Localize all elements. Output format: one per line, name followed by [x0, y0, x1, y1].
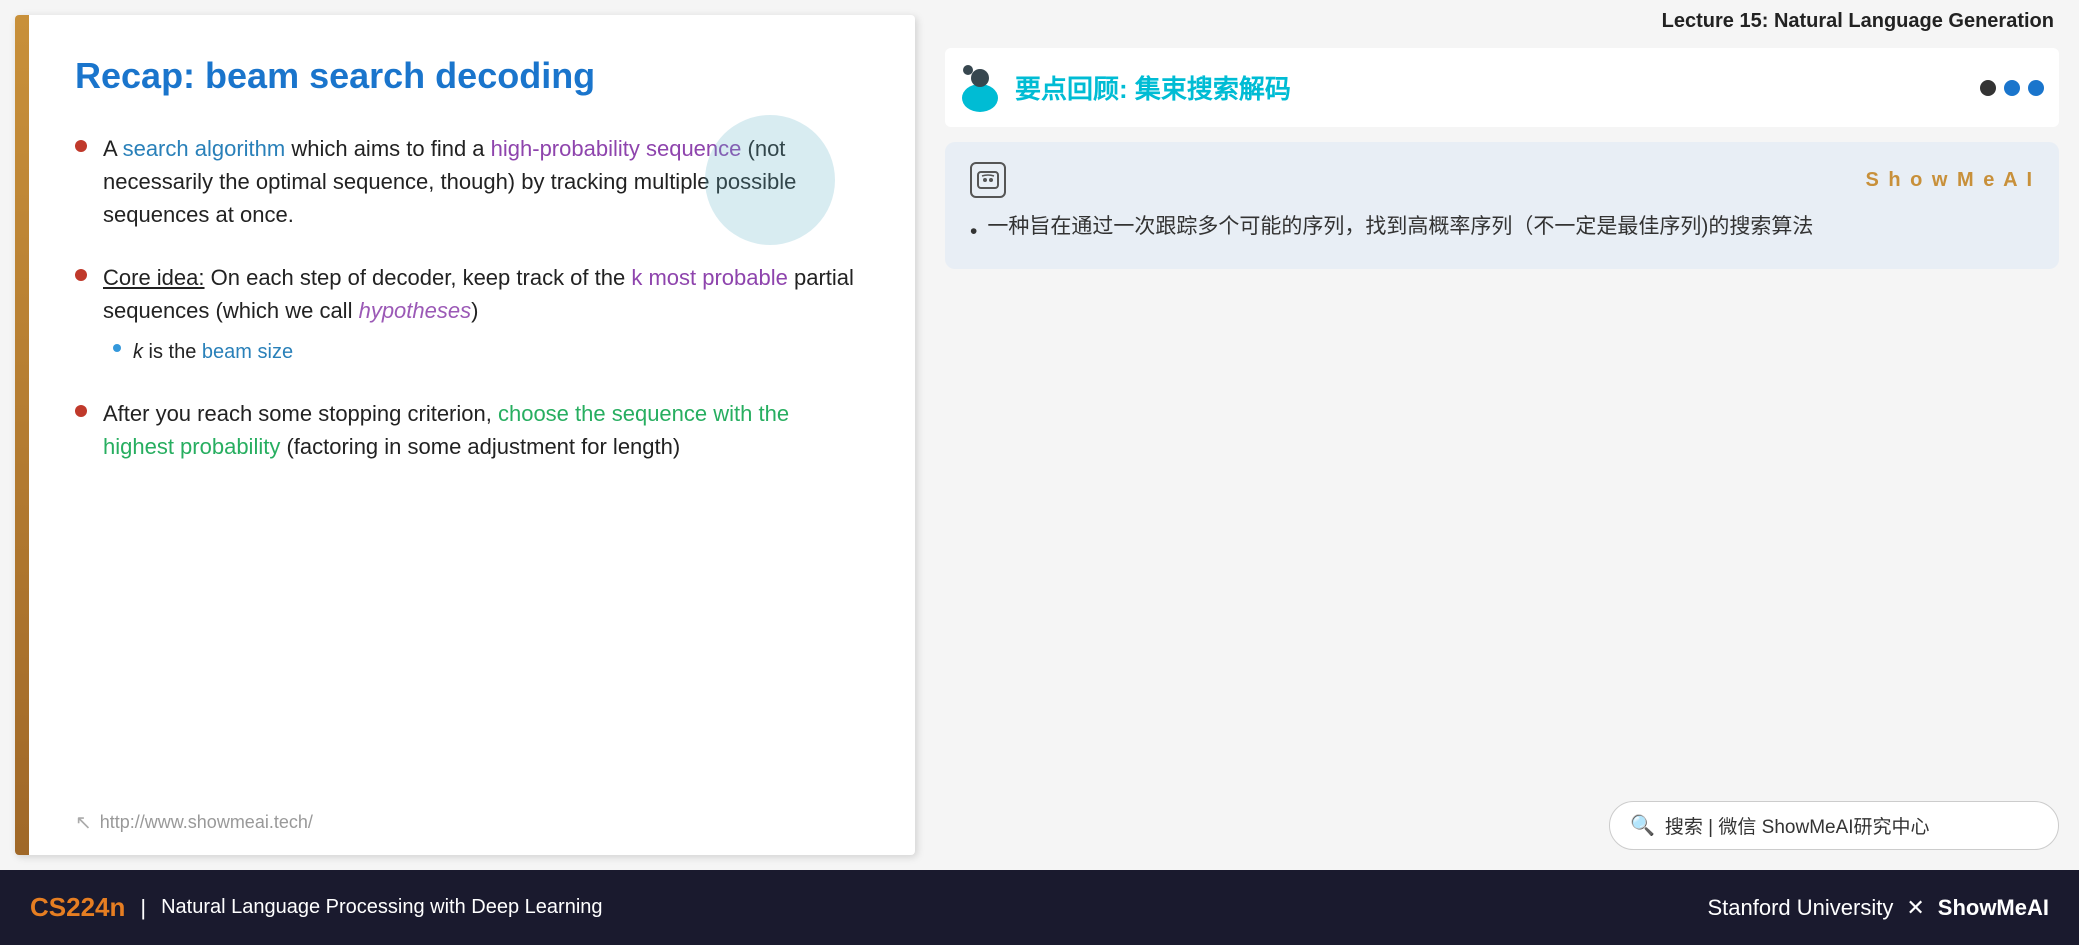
- nav-dot-3[interactable]: [2028, 80, 2044, 96]
- search-bar[interactable]: 🔍 搜索 | 微信 ShowMeAI研究中心: [1609, 801, 2059, 850]
- hypotheses-text: hypotheses: [359, 298, 472, 323]
- lecture-title: Lecture 15: Natural Language Generation: [945, 10, 2059, 33]
- nav-dots: [1980, 80, 2044, 96]
- separator: |: [140, 895, 146, 921]
- choose-text: choose the sequence with the highest pro…: [103, 401, 789, 459]
- course-name: Natural Language Processing with Deep Le…: [161, 896, 602, 919]
- ai-card-text: 一种旨在通过一次跟踪多个可能的序列，找到高概率序列（不一定是最佳序列)的搜索算法: [987, 210, 1813, 244]
- bullet-dot-1: [75, 140, 87, 152]
- showmeai-bottom-label: ShowMeAI: [1938, 895, 2049, 921]
- footer-url: http://www.showmeai.tech/: [100, 812, 313, 833]
- bottom-bar: CS224n | Natural Language Processing wit…: [0, 870, 2079, 945]
- x-symbol: ✕: [1906, 895, 1924, 921]
- teal-shape-icon: [960, 60, 1015, 115]
- bullet-dot-3: [75, 405, 87, 417]
- sub-bullet-text: k is the beam size: [133, 337, 293, 367]
- bullet-3: After you reach some stopping criterion,…: [75, 397, 865, 463]
- bullet-text-2: Core idea: On each step of decoder, keep…: [103, 261, 865, 367]
- main-content: Recap: beam search decoding A search alg…: [0, 0, 2079, 870]
- ai-bullet-dot: •: [970, 215, 977, 249]
- bullet-dot-2: [75, 269, 87, 281]
- cs224n-label: CS224n: [30, 892, 125, 923]
- bullet-2: Core idea: On each step of decoder, keep…: [75, 261, 865, 367]
- accent-bar: [15, 15, 29, 855]
- search-bar-text: 搜索 | 微信 ShowMeAI研究中心: [1665, 812, 1930, 839]
- ai-icon: [970, 162, 1006, 198]
- core-idea-text: Core idea:: [103, 265, 205, 290]
- bullet-text-3: After you reach some stopping criterion,…: [103, 397, 865, 463]
- slide-footer: ↖ http://www.showmeai.tech/: [15, 795, 915, 855]
- high-prob-text: high-probability sequence: [491, 136, 742, 161]
- stanford-label: Stanford University: [1707, 895, 1893, 921]
- search-algorithm-text: search algorithm: [123, 136, 286, 161]
- showmeai-label: S h o w M e A I: [1865, 169, 2034, 192]
- bottom-right: Stanford University ✕ ShowMeAI: [1707, 895, 2049, 921]
- slide-panel: Recap: beam search decoding A search alg…: [15, 15, 915, 855]
- right-panel: Lecture 15: Natural Language Generation …: [935, 0, 2079, 870]
- slide-title: Recap: beam search decoding: [75, 55, 865, 97]
- cursor-icon: ↖: [75, 810, 92, 835]
- right-header-title: 要点回顾: 集束搜索解码: [1015, 69, 1291, 106]
- sub-bullet: k is the beam size: [113, 337, 865, 367]
- nav-dot-1[interactable]: [1980, 80, 1996, 96]
- ai-bullet: • 一种旨在通过一次跟踪多个可能的序列，找到高概率序列（不一定是最佳序列)的搜索…: [970, 210, 2034, 249]
- k-most-text: k most probable: [631, 265, 788, 290]
- beam-size-text: beam size: [202, 341, 293, 363]
- ai-card-content: • 一种旨在通过一次跟踪多个可能的序列，找到高概率序列（不一定是最佳序列)的搜索…: [970, 210, 2034, 249]
- search-icon: 🔍: [1630, 813, 1655, 838]
- right-header: 要点回顾: 集束搜索解码: [945, 48, 2059, 127]
- ai-card-header: S h o w M e A I: [970, 162, 2034, 198]
- nav-dot-2[interactable]: [2004, 80, 2020, 96]
- decorative-circle: [705, 115, 835, 245]
- ai-card: S h o w M e A I • 一种旨在通过一次跟踪多个可能的序列，找到高概…: [945, 142, 2059, 269]
- sub-bullet-dot: [113, 344, 121, 352]
